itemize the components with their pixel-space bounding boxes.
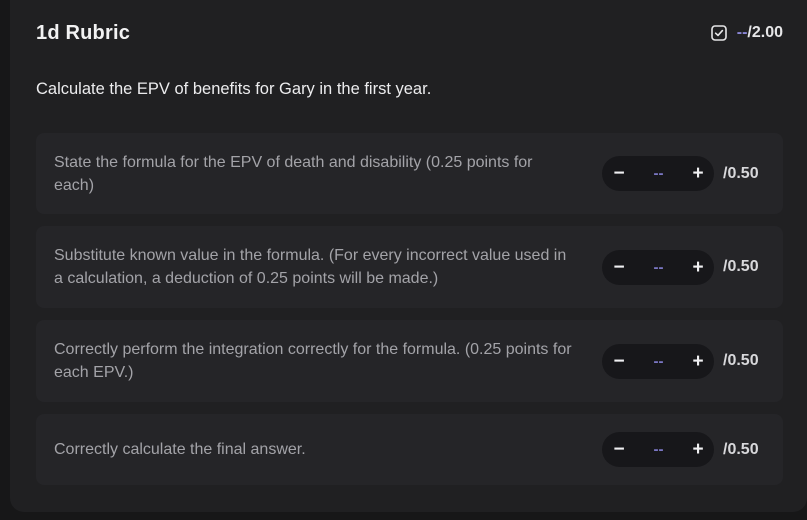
total-score-max: /2.00 — [747, 24, 783, 41]
score-max: /0.50 — [723, 258, 759, 275]
rubric-panel: 1d Rubric --/2.00 Calculate the EPV of b… — [10, 0, 807, 512]
rubric-header: 1d Rubric --/2.00 — [36, 20, 783, 46]
criterion-controls: − -- + /0.50 — [602, 249, 765, 285]
total-score-value: -- — [736, 24, 748, 41]
criterion-row: Correctly perform the integration correc… — [36, 320, 783, 402]
increment-button[interactable]: + — [691, 432, 705, 467]
increment-button[interactable]: + — [691, 156, 705, 191]
decrement-button[interactable]: − — [612, 156, 626, 191]
total-score: --/2.00 — [710, 24, 783, 42]
score-max: /0.50 — [723, 440, 759, 458]
criteria-list: State the formula for the EPV of death a… — [36, 133, 783, 497]
score-max: /0.50 — [723, 352, 759, 369]
rubric-title: 1d Rubric — [36, 21, 131, 44]
criterion-row: Correctly calculate the final answer. − … — [36, 414, 783, 485]
criterion-controls: − -- + /0.50 — [602, 156, 765, 191]
question-text: Calculate the EPV of benefits for Gary i… — [36, 80, 432, 98]
criterion-text: Correctly calculate the final answer. — [54, 441, 306, 458]
criterion-text: State the formula for the EPV of death a… — [54, 153, 533, 194]
score-stepper: − -- + — [602, 432, 714, 467]
score-stepper: − -- + — [602, 156, 714, 191]
checkbox-icon — [710, 25, 727, 41]
criterion-controls: − -- + /0.50 — [602, 343, 765, 379]
criterion-controls: − -- + /0.50 — [602, 432, 765, 467]
score-value[interactable]: -- — [654, 259, 664, 276]
score-stepper: − -- + — [602, 249, 714, 285]
criterion-text: Substitute known value in the formula. (… — [54, 247, 567, 287]
score-max: /0.50 — [723, 164, 759, 182]
criterion-row: Substitute known value in the formula. (… — [36, 226, 783, 308]
decrement-button[interactable]: − — [612, 344, 626, 379]
score-value[interactable]: -- — [654, 353, 664, 370]
score-value[interactable]: -- — [654, 441, 664, 458]
decrement-button[interactable]: − — [612, 432, 626, 467]
score-value[interactable]: -- — [654, 165, 664, 182]
decrement-button[interactable]: − — [612, 250, 626, 285]
score-stepper: − -- + — [602, 343, 714, 379]
criterion-text: Correctly perform the integration correc… — [54, 341, 572, 381]
increment-button[interactable]: + — [691, 250, 705, 285]
increment-button[interactable]: + — [691, 344, 705, 379]
criterion-row: State the formula for the EPV of death a… — [36, 133, 783, 214]
